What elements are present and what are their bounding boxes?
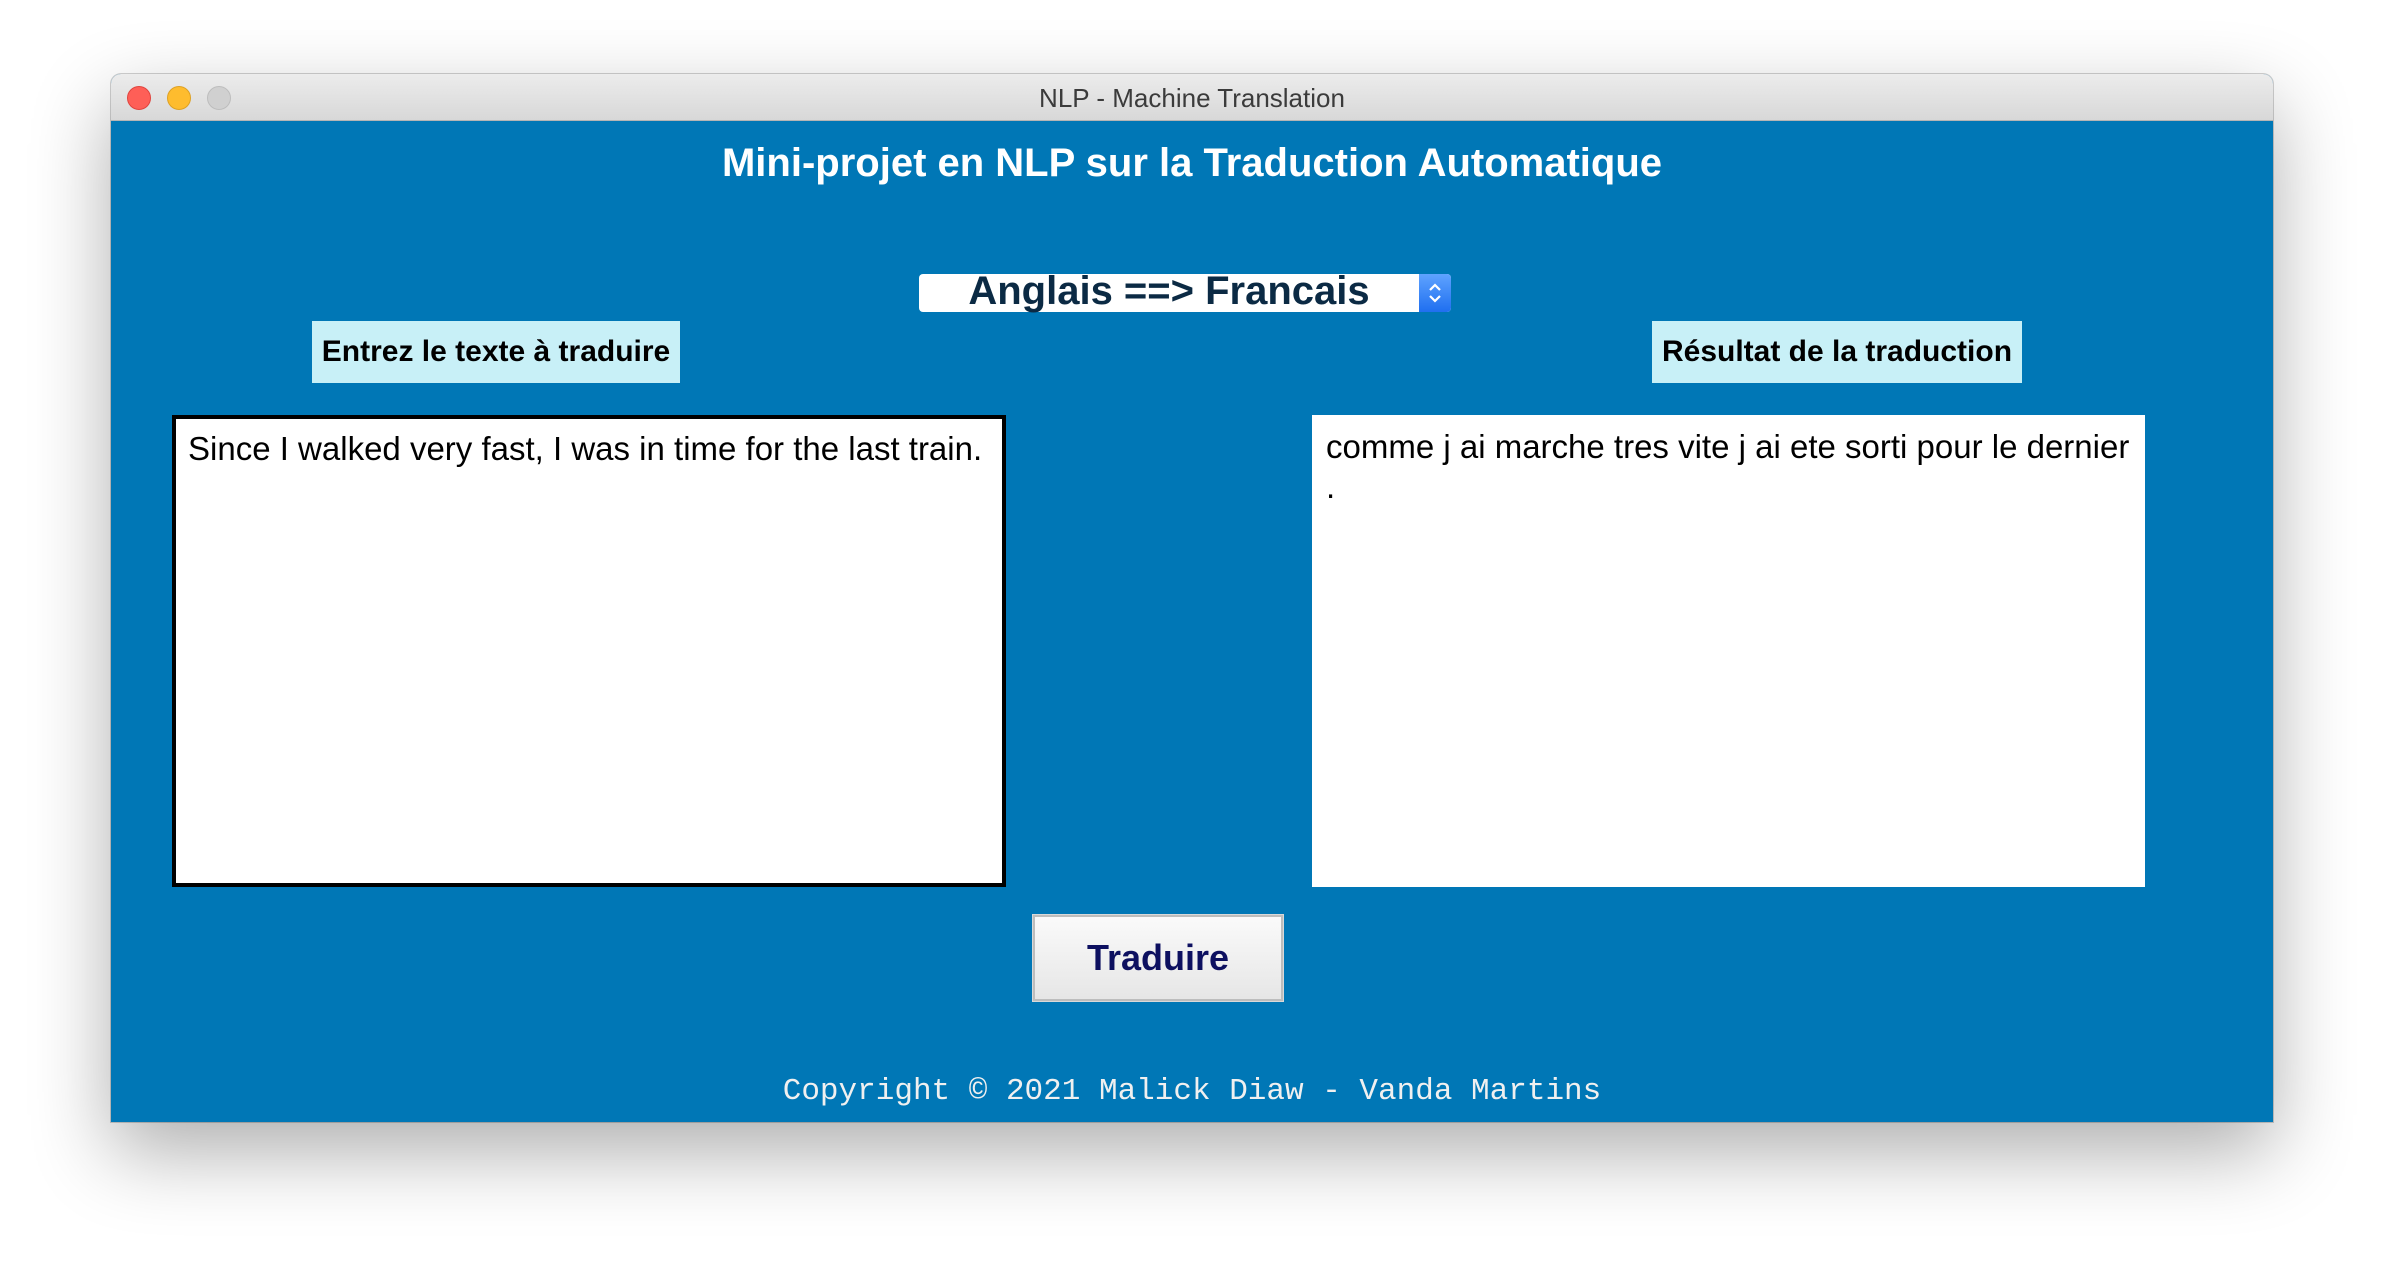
- output-label: Résultat de la traduction: [1652, 321, 2022, 383]
- app-window: NLP - Machine Translation Mini-projet en…: [111, 74, 2273, 1122]
- translate-button[interactable]: Traduire: [1032, 914, 1284, 1002]
- translation-output: comme j ai marche tres vite j ai ete sor…: [1312, 415, 2145, 887]
- source-text-input[interactable]: Since I walked very fast, I was in time …: [172, 415, 1006, 887]
- language-direction-value: Anglais ==> Francais: [968, 269, 1370, 313]
- language-direction-select[interactable]: Anglais ==> Francais: [919, 269, 1451, 313]
- page-title: Mini-projet en NLP sur la Traduction Aut…: [721, 141, 1663, 185]
- chevron-up-down-icon: [1419, 274, 1451, 312]
- input-label: Entrez le texte à traduire: [312, 321, 680, 383]
- copyright-footer: Copyright © 2021 Malick Diaw - Vanda Mar…: [782, 1074, 1602, 1109]
- window-title: NLP - Machine Translation: [1039, 83, 1345, 113]
- title-bar: NLP - Machine Translation: [111, 74, 2273, 121]
- main-content: Mini-projet en NLP sur la Traduction Aut…: [111, 121, 2273, 1122]
